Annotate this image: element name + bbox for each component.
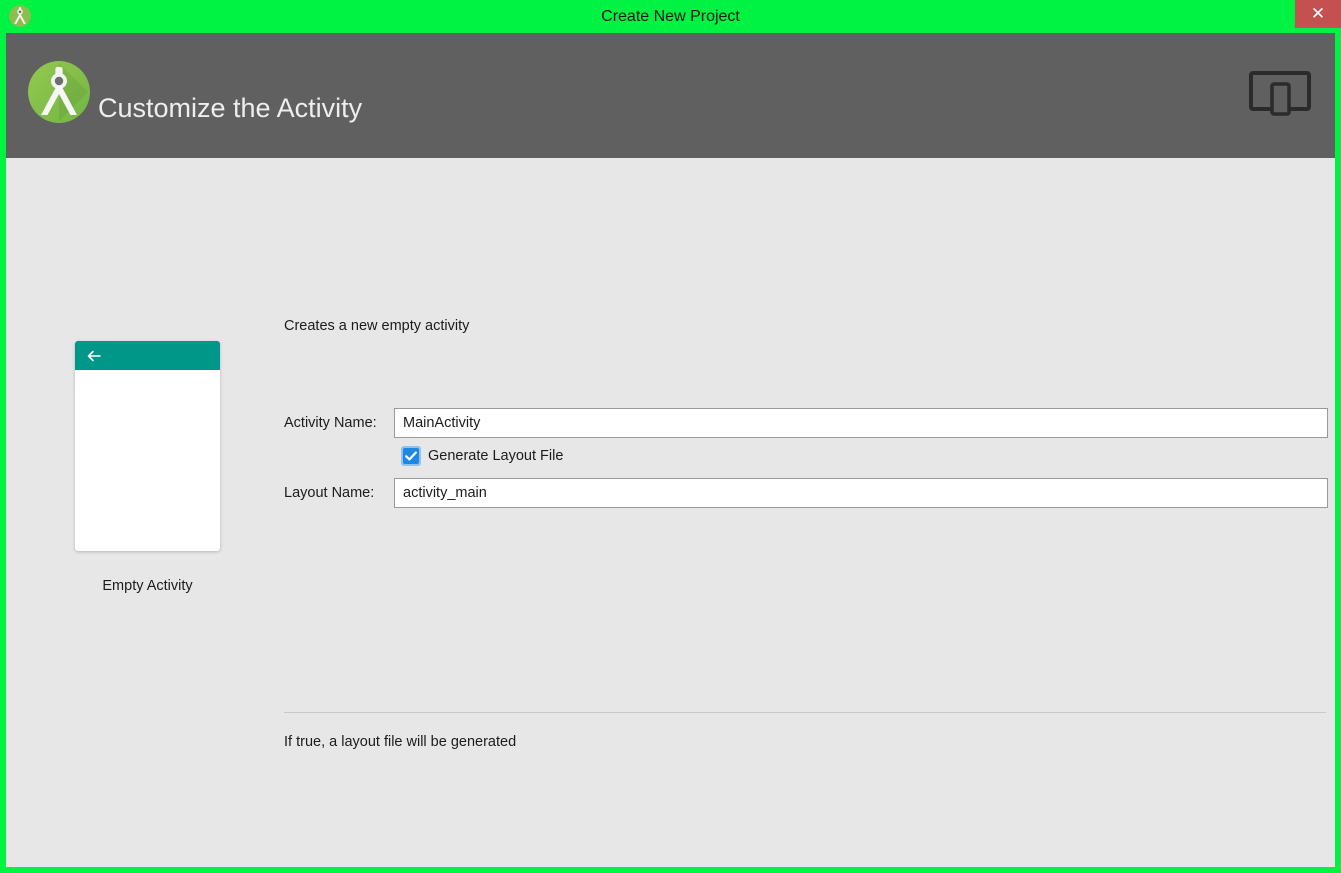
generate-layout-label[interactable]: Generate Layout File <box>428 446 563 466</box>
activity-name-label: Activity Name: <box>284 415 377 431</box>
layout-name-label: Layout Name: <box>284 485 375 501</box>
window-titlebar: Create New Project ✕ <box>0 0 1341 33</box>
close-icon[interactable]: ✕ <box>1295 0 1341 28</box>
create-new-project-dialog: Customize the Activity Empty Activity Cr… <box>6 33 1335 867</box>
template-name-label: Empty Activity <box>102 578 193 594</box>
window-title: Create New Project <box>601 8 740 25</box>
template-preview-thumbnail[interactable] <box>75 341 220 551</box>
template-description: Creates a new empty activity <box>284 318 470 334</box>
android-studio-logo-icon <box>26 59 92 125</box>
arrow-left-icon <box>86 348 102 364</box>
preview-appbar <box>75 341 220 370</box>
help-separator <box>284 712 1326 713</box>
help-text: If true, a layout file will be generated <box>284 734 517 750</box>
dialog-content: Empty Activity Creates a new empty activ… <box>6 158 1335 867</box>
layout-name-input[interactable] <box>394 478 1328 508</box>
activity-name-input[interactable] <box>394 408 1328 438</box>
page-title: Customize the Activity <box>98 93 363 123</box>
generate-layout-checkbox[interactable] <box>401 446 421 466</box>
devices-icon <box>1249 70 1311 120</box>
wizard-header: Customize the Activity <box>6 33 1335 158</box>
